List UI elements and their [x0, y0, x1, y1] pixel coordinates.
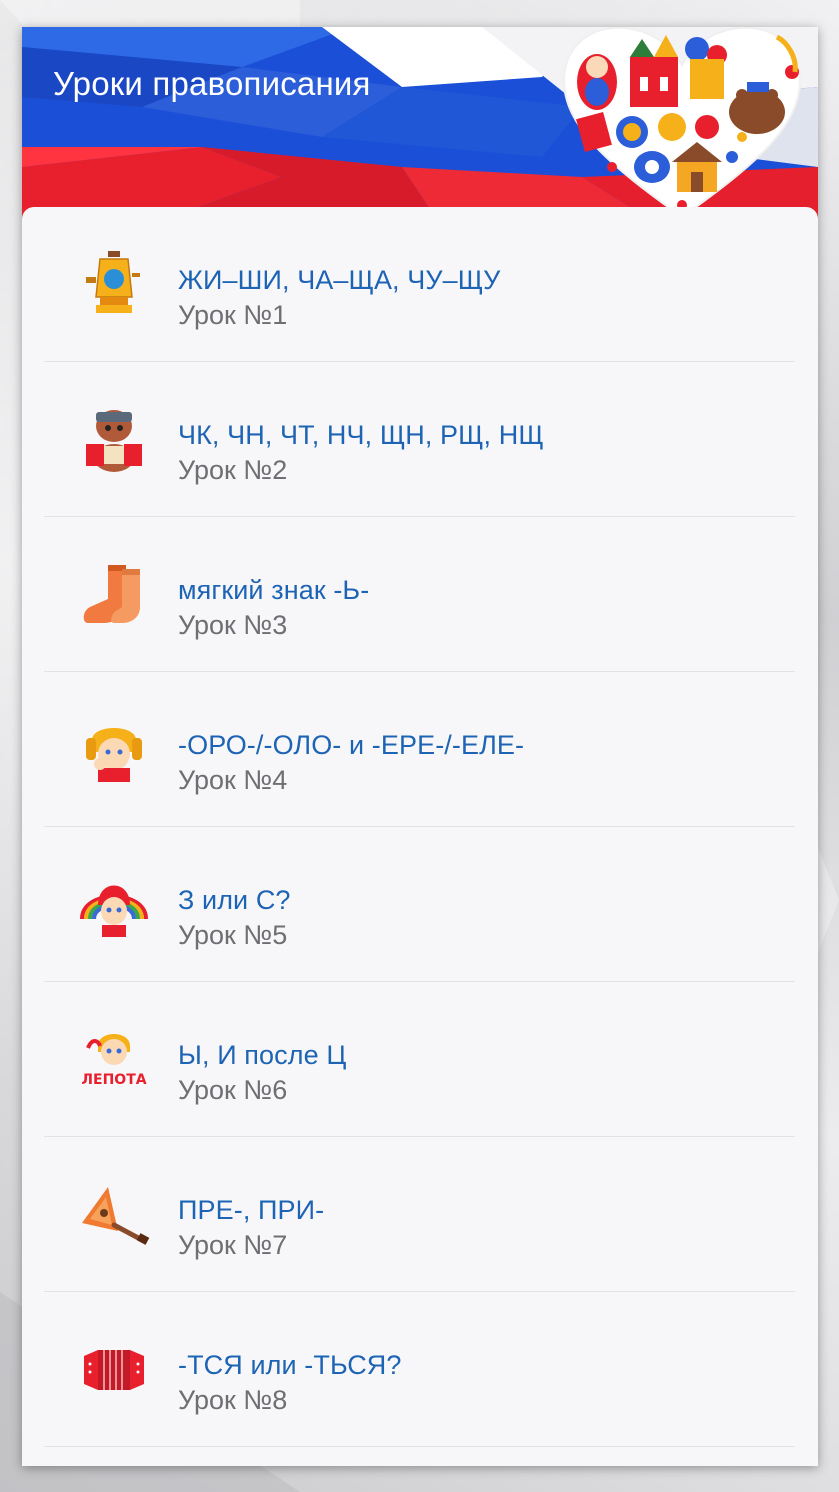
lesson-item-6[interactable]: ЛЕПОТА Ы, И после Ц Урок №6	[44, 982, 795, 1137]
girl-kokoshnik-icon	[80, 885, 148, 937]
russia-heart-collage-icon	[562, 27, 802, 219]
lesson-item-4[interactable]: -ОРО-/-ОЛО- и -ЕРЕ-/-ЕЛЕ- Урок №4	[44, 672, 795, 827]
lesson-item-5[interactable]: З или С? Урок №5	[44, 827, 795, 982]
lesson-title: -ТСЯ или -ТЬСЯ?	[178, 1350, 402, 1380]
page-title: Уроки правописания	[53, 65, 371, 102]
lesson-number: Урок №8	[178, 1385, 288, 1415]
accordion-icon	[84, 1350, 144, 1390]
lepota-sign-lettering: ЛЕПОТА	[81, 1072, 146, 1088]
lesson-item-7[interactable]: ПРЕ-, ПРИ- Урок №7	[44, 1137, 795, 1292]
boy-lepota-icon: ЛЕПОТА	[81, 1034, 147, 1088]
lesson-number: Урок №4	[178, 765, 288, 795]
app-header: Уроки правописания	[22, 27, 818, 227]
lesson-item-8[interactable]: -ТСЯ или -ТЬСЯ? Урок №8	[44, 1292, 795, 1447]
lesson-number: Урок №3	[178, 610, 288, 640]
lesson-item-2[interactable]: ЧК, ЧН, ЧТ, НЧ, ЩН, РЩ, НЩ Урок №2	[44, 362, 795, 517]
lesson-title: ЧК, ЧН, ЧТ, НЧ, ЩН, РЩ, НЩ	[178, 420, 544, 450]
lesson-number: Урок №5	[178, 920, 288, 950]
lesson-title: ЖИ–ШИ, ЧА–ЩА, ЧУ–ЩУ	[178, 265, 501, 295]
lesson-title: Ы, И после Ц	[178, 1040, 347, 1070]
lesson-number: Урок №6	[178, 1075, 288, 1105]
lesson-title: ПРЕ-, ПРИ-	[178, 1195, 325, 1225]
samovar-icon	[86, 251, 140, 313]
lesson-number: Урок №2	[178, 455, 288, 485]
app-screen: Уроки правописания ЖИ–ШИ, ЧА–ЩА, ЧУ–ЩУ У…	[22, 27, 818, 1466]
bear-accordion-icon	[86, 410, 142, 472]
lesson-title: мягкий знак -Ь-	[178, 575, 370, 605]
lesson-title: -ОРО-/-ОЛО- и -ЕРЕ-/-ЕЛЕ-	[178, 730, 525, 760]
valenki-icon	[83, 565, 140, 623]
lesson-item-1[interactable]: ЖИ–ШИ, ЧА–ЩА, ЧУ–ЩУ Урок №1	[44, 207, 795, 362]
lesson-number: Урок №1	[178, 300, 288, 330]
lesson-title: З или С?	[178, 885, 291, 915]
balalaika-icon	[82, 1187, 150, 1245]
boy-ushanka-icon	[86, 728, 142, 782]
lesson-item-3[interactable]: мягкий знак -Ь- Урок №3	[44, 517, 795, 672]
lesson-number: Урок №7	[178, 1230, 288, 1260]
lessons-list: ЖИ–ШИ, ЧА–ЩА, ЧУ–ЩУ Урок №1 ЧК, ЧН, ЧТ, …	[22, 207, 818, 1466]
